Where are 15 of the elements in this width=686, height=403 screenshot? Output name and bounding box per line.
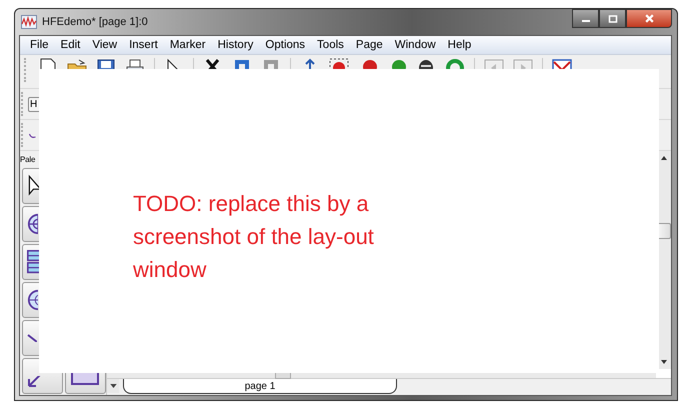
menu-item[interactable]: Help <box>442 39 478 51</box>
menu-item[interactable]: Page <box>350 39 389 51</box>
placeholder-note: TODO: replace this by a screenshot of the lay-out window <box>133 190 375 284</box>
panel-title: Pale <box>20 154 36 166</box>
page-tab[interactable]: page 1 <box>123 379 397 394</box>
window-title: HFEdemo* [page 1]:0 <box>42 16 149 28</box>
menu-item[interactable]: File <box>24 39 55 51</box>
menu-item[interactable]: History <box>212 39 260 51</box>
menu-item[interactable]: Marker <box>164 39 212 51</box>
menu-item[interactable]: View <box>86 39 124 51</box>
menu-item[interactable]: Window <box>388 39 442 51</box>
menu-item[interactable]: Tools <box>311 39 350 51</box>
menu-item[interactable]: Options <box>259 39 312 51</box>
menu-item[interactable]: Insert <box>123 39 164 51</box>
menu-item[interactable]: Edit <box>54 39 86 51</box>
